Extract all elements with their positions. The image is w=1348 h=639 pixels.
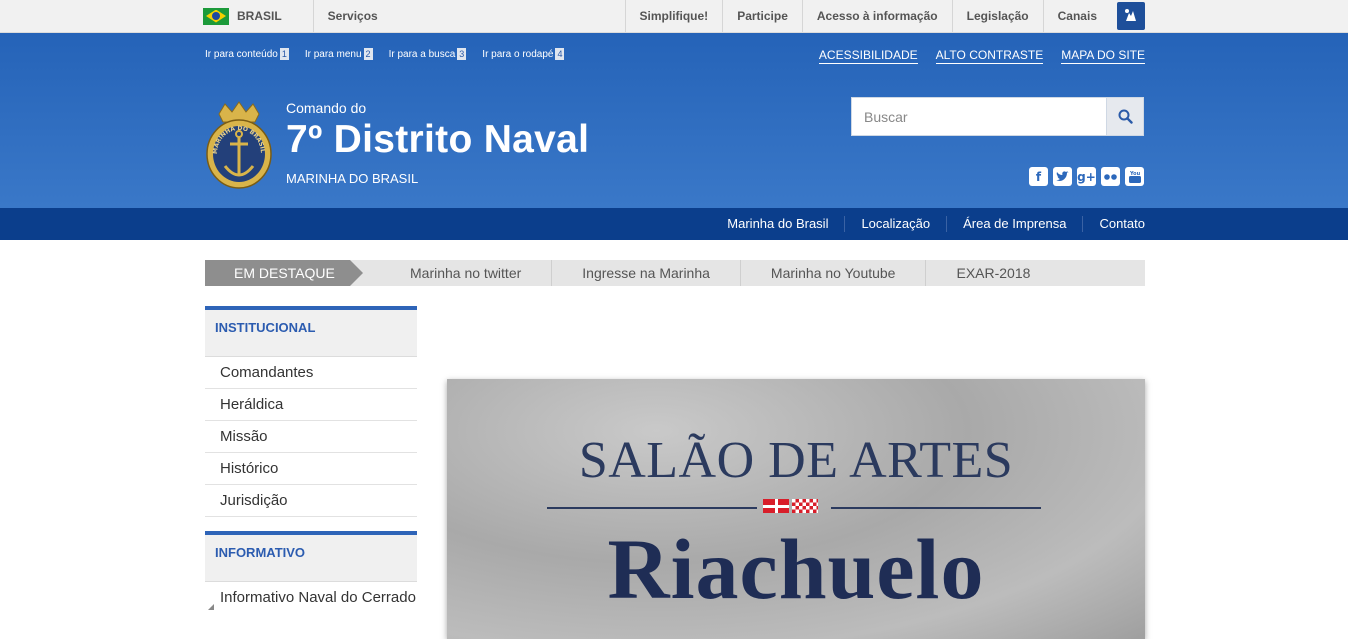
featured-bar: EM DESTAQUE Marinha no twitter Ingresse … bbox=[205, 260, 1145, 286]
featured-label: EM DESTAQUE bbox=[205, 260, 363, 286]
sidebar-section-institucional-title: INSTITUCIONAL bbox=[205, 306, 417, 357]
site-subtitle: MARINHA DO BRASIL bbox=[286, 171, 419, 186]
search-box bbox=[851, 97, 1144, 136]
search-button[interactable] bbox=[1106, 97, 1144, 136]
sidebar-item-missao[interactable]: Missão bbox=[205, 421, 417, 453]
youtube-icon[interactable]: You bbox=[1125, 167, 1144, 186]
facebook-icon[interactable]: f bbox=[1029, 167, 1048, 186]
nav-localizacao[interactable]: Localização bbox=[844, 216, 946, 232]
search-icon bbox=[1118, 109, 1133, 124]
gov-link-simplifique[interactable]: Simplifique! bbox=[624, 0, 723, 32]
mapa-do-site-link[interactable]: MAPA DO SITE bbox=[1061, 48, 1145, 64]
alto-contraste-link[interactable]: ALTO CONTRASTE bbox=[935, 48, 1044, 64]
site-title[interactable]: 7º Distrito Naval bbox=[286, 118, 589, 162]
vlibras-accessibility-icon[interactable] bbox=[1117, 2, 1145, 30]
divider bbox=[312, 0, 314, 32]
search-input[interactable] bbox=[851, 97, 1106, 136]
skip-link-menu[interactable]: Ir para menu 2 bbox=[305, 48, 373, 60]
sidebar: INSTITUCIONAL Comandantes Heráldica Miss… bbox=[205, 306, 417, 610]
nav-marinha-do-brasil[interactable]: Marinha do Brasil bbox=[711, 216, 844, 232]
gov-services-link[interactable]: Serviços bbox=[328, 9, 378, 23]
social-links: f g+ You bbox=[1029, 167, 1144, 186]
banner-salao-de-artes[interactable]: SALÃO DE ARTES Riachuelo bbox=[447, 379, 1145, 639]
skip-links: Ir para conteúdo 1 Ir para menu 2 Ir para … bbox=[205, 48, 565, 60]
banner-title: Riachuelo bbox=[607, 521, 985, 617]
accessibility-links: ACESSIBILIDADE ALTO CONTRASTE MAPA DO SI… bbox=[818, 48, 1145, 64]
gov-link-participe[interactable]: Participe bbox=[722, 0, 802, 32]
sidebar-section-informativo-title: INFORMATIVO bbox=[205, 531, 417, 582]
sidebar-item-historico[interactable]: Histórico bbox=[205, 453, 417, 485]
gov-link-legislacao[interactable]: Legislação bbox=[951, 0, 1043, 32]
naval-flags-icon bbox=[763, 499, 818, 513]
sidebar-item-informativo-naval[interactable]: Informativo Naval do Cerrado bbox=[205, 582, 417, 610]
banner-rule-left bbox=[547, 507, 757, 509]
acessibilidade-link[interactable]: ACESSIBILIDADE bbox=[818, 48, 918, 64]
expand-triangle-icon[interactable] bbox=[208, 604, 214, 610]
svg-text:You: You bbox=[1129, 171, 1141, 177]
flickr-icon[interactable] bbox=[1101, 167, 1120, 186]
banner-rule-right bbox=[831, 507, 1041, 509]
nav-area-de-imprensa[interactable]: Área de Imprensa bbox=[946, 216, 1082, 232]
featured-link-youtube[interactable]: Marinha no Youtube bbox=[739, 260, 926, 286]
sidebar-item-heraldica[interactable]: Heráldica bbox=[205, 389, 417, 421]
brazil-flag-icon bbox=[203, 7, 229, 25]
nav-contato[interactable]: Contato bbox=[1082, 216, 1145, 232]
featured-link-twitter[interactable]: Marinha no twitter bbox=[350, 260, 551, 286]
gov-brasil-link[interactable]: BRASIL bbox=[237, 9, 282, 23]
banner-heading: SALÃO DE ARTES bbox=[578, 432, 1014, 489]
googleplus-icon[interactable]: g+ bbox=[1077, 167, 1096, 186]
sidebar-item-comandantes[interactable]: Comandantes bbox=[205, 357, 417, 389]
gov-link-canais[interactable]: Canais bbox=[1042, 0, 1111, 32]
gov-bar: BRASIL Serviços Simplifique! Participe A… bbox=[0, 0, 1348, 33]
sidebar-item-jurisdicao[interactable]: Jurisdição bbox=[205, 485, 417, 517]
twitter-icon[interactable] bbox=[1053, 167, 1072, 186]
navy-emblem-logo[interactable]: MARINHA DO BRASIL bbox=[205, 100, 273, 190]
main-nav: Marinha do Brasil Localização Área de Im… bbox=[0, 208, 1348, 240]
brand-pretitle: Comando do bbox=[286, 100, 367, 116]
skip-link-search[interactable]: Ir para a busca 3 bbox=[389, 48, 467, 60]
gov-link-acesso-informacao[interactable]: Acesso à informação bbox=[801, 0, 952, 32]
skip-link-footer[interactable]: Ir para o rodapé 4 bbox=[482, 48, 565, 60]
site-header: Ir para conteúdo 1 Ir para menu 2 Ir para … bbox=[0, 33, 1348, 208]
featured-link-ingresse[interactable]: Ingresse na Marinha bbox=[551, 260, 740, 286]
featured-link-exar[interactable]: EXAR-2018 bbox=[925, 260, 1060, 286]
skip-link-content[interactable]: Ir para conteúdo 1 bbox=[205, 48, 289, 60]
